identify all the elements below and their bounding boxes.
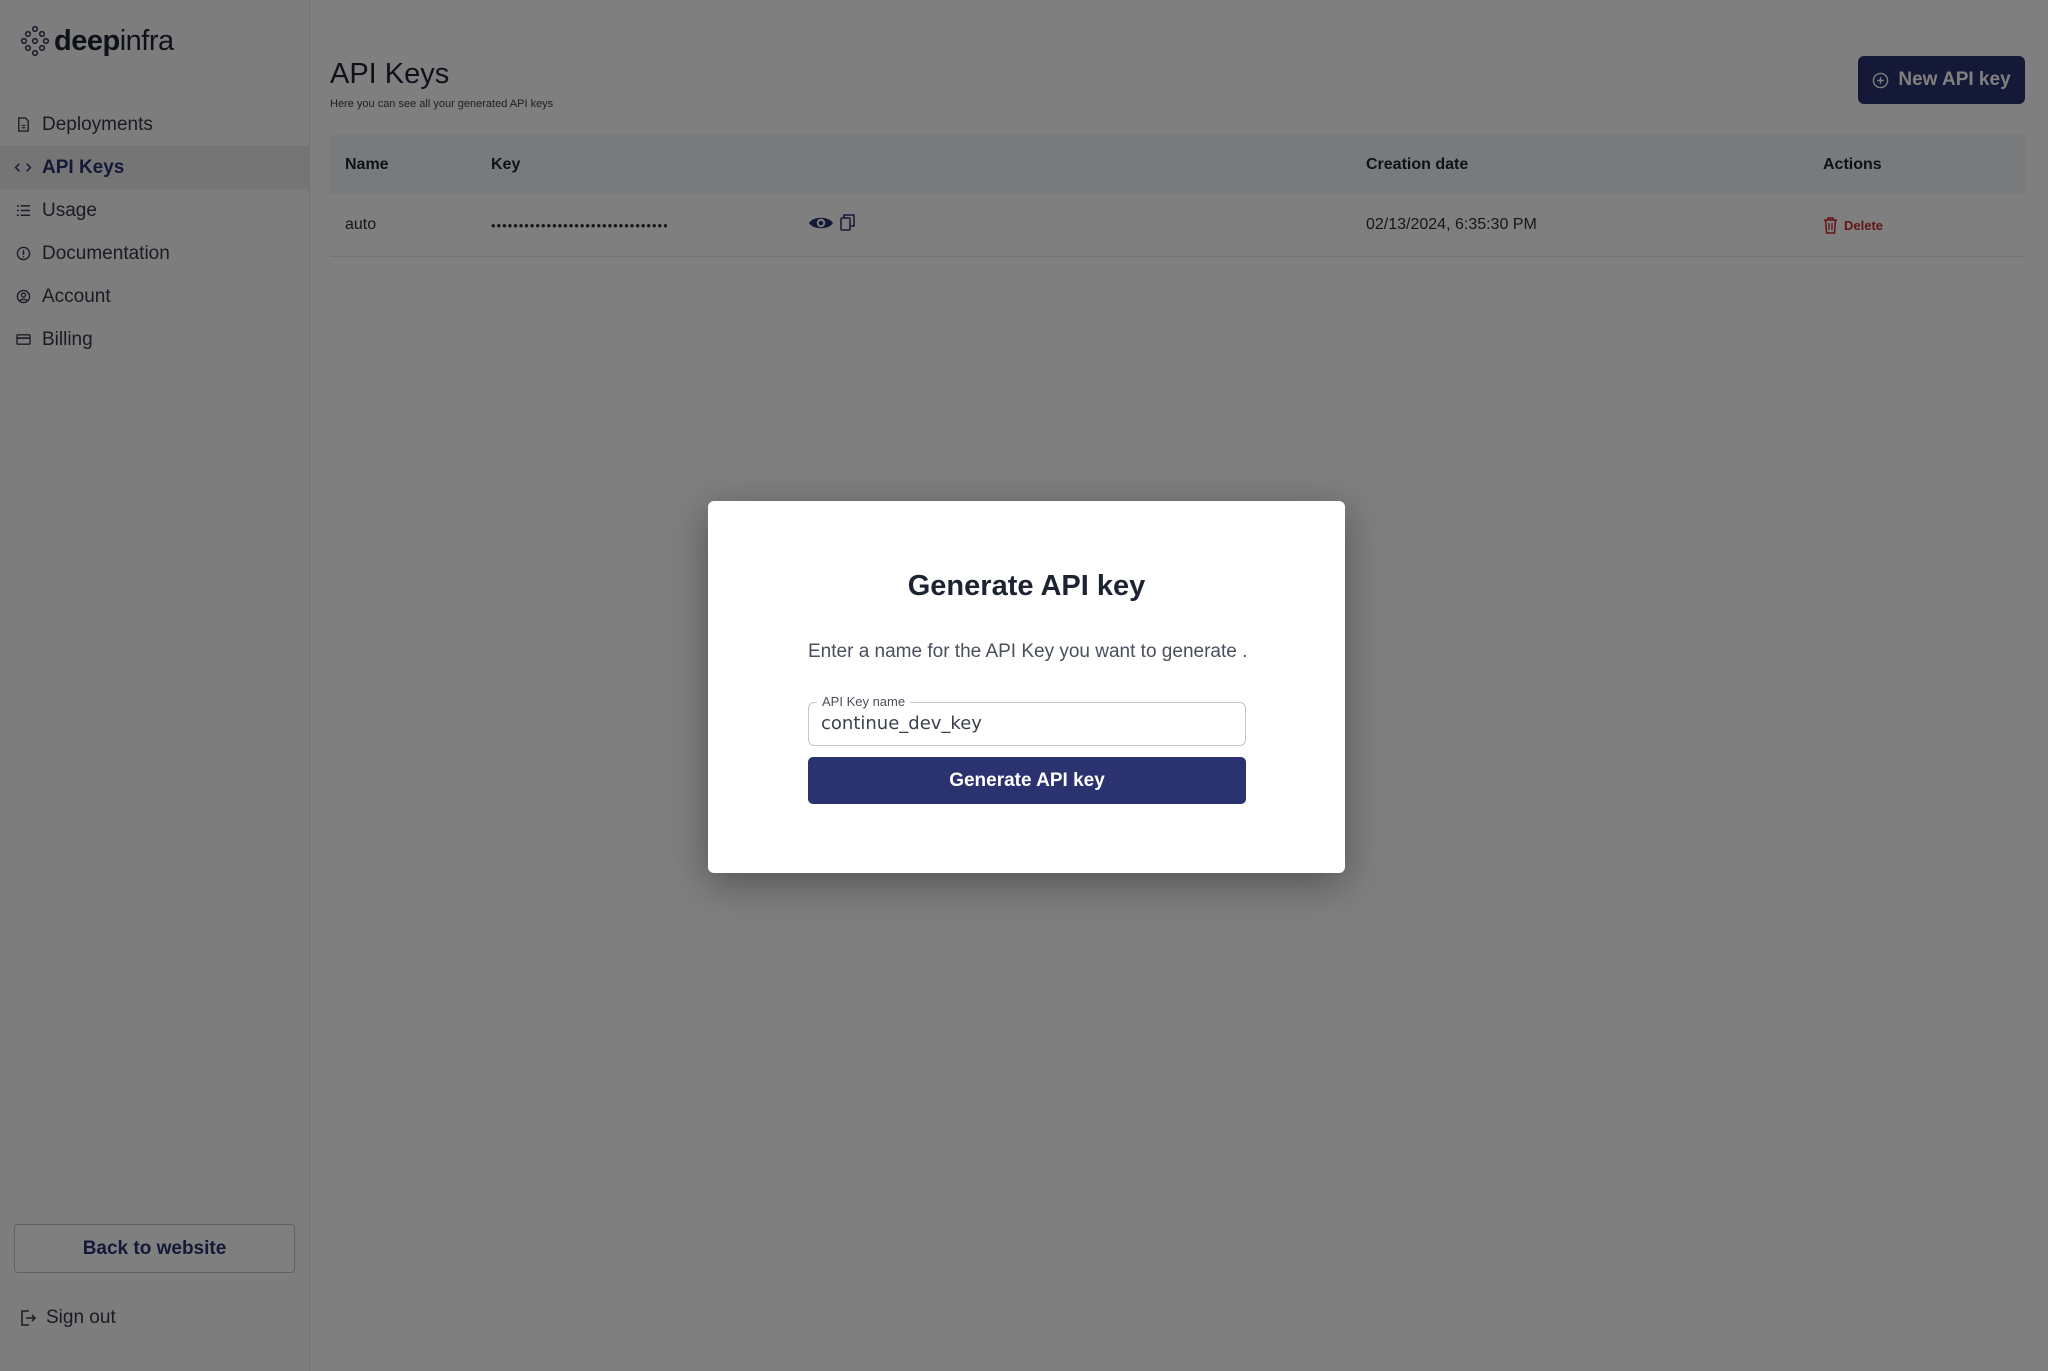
api-key-name-field[interactable]: API Key name bbox=[808, 694, 1246, 746]
api-key-name-label: API Key name bbox=[817, 694, 911, 709]
generate-api-key-button[interactable]: Generate API key bbox=[808, 757, 1246, 804]
api-key-name-input[interactable] bbox=[821, 713, 1231, 734]
generate-api-key-dialog: Generate API key Enter a name for the AP… bbox=[708, 501, 1345, 873]
dialog-description: Enter a name for the API Key you want to… bbox=[808, 641, 1248, 662]
dialog-title: Generate API key bbox=[907, 570, 1146, 602]
